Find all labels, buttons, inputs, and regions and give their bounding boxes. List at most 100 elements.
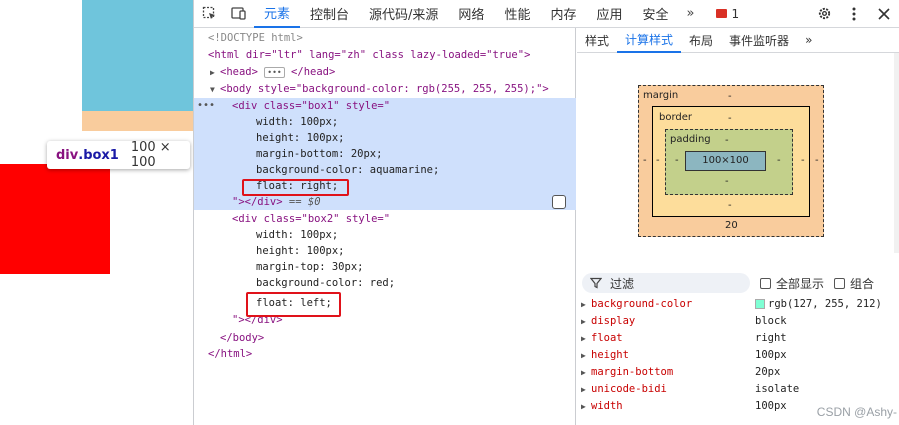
color-swatch[interactable]	[755, 299, 765, 309]
margin-left-value[interactable]: -	[643, 155, 647, 166]
expand-triangle-icon[interactable]: ▶	[581, 313, 591, 330]
gutter-ellipsis-icon[interactable]: •••	[197, 98, 215, 114]
highlight-box-float-right	[242, 179, 349, 196]
collapsed-ellipsis-icon[interactable]: •••	[264, 66, 285, 78]
tab-computed[interactable]: 计算样式	[617, 28, 682, 53]
dom-line-selected[interactable]: background-color: aquamarine;	[194, 162, 576, 178]
computed-row[interactable]: ▶ float right	[577, 330, 899, 347]
box1-highlight[interactable]	[82, 0, 193, 111]
tab-performance[interactable]: 性能	[494, 0, 540, 28]
tab-network[interactable]: 网络	[448, 0, 494, 28]
tab-security[interactable]: 安全	[632, 0, 678, 28]
border-bottom-value[interactable]: -	[728, 200, 732, 211]
expand-triangle-icon[interactable]: ▶	[581, 347, 591, 364]
more-sidebar-tabs-icon[interactable]: »	[797, 28, 820, 53]
dom-line-selected[interactable]: width: 100px;	[194, 114, 576, 130]
computed-row[interactable]: ▶ unicode-bidi isolate	[577, 381, 899, 398]
dom-line[interactable]: ▶ <head> ••• </head>	[194, 64, 576, 80]
border-top-value[interactable]: -	[728, 113, 732, 124]
box1-margin-overlay	[82, 111, 193, 131]
settings-gear-icon[interactable]	[809, 0, 839, 28]
show-all-checkbox[interactable]	[760, 277, 771, 289]
dom-line[interactable]: ▼ <body style="background-color: rgb(255,…	[194, 81, 576, 97]
margin-bottom-value[interactable]: 20	[725, 220, 738, 231]
border-left-value[interactable]: -	[656, 155, 660, 166]
dom-line[interactable]: margin-top: 30px;	[194, 259, 576, 275]
expand-triangle-icon[interactable]: ▶	[581, 398, 591, 415]
filter-placeholder: 过滤	[610, 276, 635, 291]
computed-row[interactable]: ▶ display block	[577, 313, 899, 330]
expand-triangle-icon[interactable]: ▶	[581, 330, 591, 347]
dom-line[interactable]: background-color: red;	[194, 275, 576, 291]
head-open-text: <head>	[220, 66, 258, 78]
device-toolbar-icon[interactable]	[224, 0, 254, 28]
issue-icon	[716, 9, 728, 18]
tab-elements[interactable]: 元素	[254, 0, 301, 28]
box-model-margin[interactable]: margin - - - 20 border - - - - padding -…	[638, 85, 824, 237]
dom-line[interactable]: <!DOCTYPE html>	[194, 30, 576, 46]
tab-sources[interactable]: 源代码/来源	[359, 0, 448, 28]
computed-properties-list: ▶ background-color rgb(127, 255, 212) ▶ dis…	[577, 296, 899, 415]
sidebar-scrollbar[interactable]	[894, 53, 899, 253]
property-name: float	[591, 332, 623, 344]
padding-left-value[interactable]: -	[675, 155, 679, 166]
property-value: 20px	[755, 366, 781, 378]
tab-memory[interactable]: 内存	[540, 0, 586, 28]
dom-line-selected[interactable]: "></div> == $0	[194, 194, 576, 210]
dom-line-selected[interactable]: ••• <div class="box1" style="	[194, 98, 576, 114]
expand-triangle-icon[interactable]: ▶	[581, 381, 591, 398]
html-close-text: </html>	[208, 348, 253, 360]
padding-top-value[interactable]: -	[725, 135, 729, 146]
box2-element[interactable]	[0, 164, 110, 274]
expand-triangle-icon[interactable]: ▶	[581, 364, 591, 381]
dom-line[interactable]: <div class="box2" style="	[194, 211, 576, 227]
computed-row[interactable]: ▶ margin-bottom 20px	[577, 364, 899, 381]
property-value: 100px	[755, 400, 787, 412]
tab-console[interactable]: 控制台	[300, 0, 359, 28]
show-all-toggle[interactable]: 全部显示	[760, 275, 824, 292]
collapse-triangle-icon[interactable]: ▼	[210, 82, 220, 98]
margin-right-value[interactable]: -	[815, 155, 819, 166]
padding-right-value[interactable]: -	[777, 155, 781, 166]
dom-line-selected[interactable]: margin-bottom: 20px;	[194, 146, 576, 162]
tab-styles[interactable]: 样式	[577, 28, 617, 53]
issues-counter[interactable]: 1	[716, 7, 739, 21]
computed-row[interactable]: ▶ height 100px	[577, 347, 899, 364]
tab-layout[interactable]: 布局	[681, 28, 721, 53]
copy-node-icon[interactable]	[552, 195, 566, 209]
doctype-text: <!DOCTYPE html>	[208, 32, 303, 44]
group-toggle[interactable]: 组合	[834, 275, 874, 292]
padding-bottom-value[interactable]: -	[725, 176, 729, 187]
computed-filter-bar: 过滤 全部显示 组合	[577, 270, 899, 296]
tooltip-class: .box1	[78, 147, 119, 163]
border-right-value[interactable]: -	[801, 155, 805, 166]
margin-top-value[interactable]: -	[728, 91, 732, 102]
page-viewport[interactable]: div .box1 100 × 100	[0, 0, 193, 425]
dom-line[interactable]: height: 100px;	[194, 243, 576, 259]
box2-bg-text: background-color: red;	[256, 277, 396, 289]
box2-margin-text: margin-top: 30px;	[256, 261, 364, 273]
box-model-content[interactable]: 100×100	[685, 151, 766, 171]
tab-application[interactable]: 应用	[586, 0, 632, 28]
expand-triangle-icon[interactable]: ▶	[581, 296, 591, 313]
body-close-text: </body>	[220, 332, 265, 344]
issues-count: 1	[731, 6, 740, 21]
dom-line[interactable]: width: 100px;	[194, 227, 576, 243]
filter-input[interactable]: 过滤	[582, 273, 750, 293]
close-devtools-icon[interactable]	[869, 0, 899, 28]
dom-line[interactable]: </html>	[194, 346, 576, 362]
tab-event-listeners[interactable]: 事件监听器	[721, 28, 797, 53]
watermark: CSDN @Ashy-	[816, 405, 897, 419]
dom-line-selected[interactable]: height: 100px;	[194, 130, 576, 146]
group-checkbox[interactable]	[834, 277, 846, 289]
expand-triangle-icon[interactable]: ▶	[210, 65, 220, 81]
box-model-padding[interactable]: padding - - - - 100×100	[665, 129, 793, 195]
box-model-border[interactable]: border - - - - padding - - - - 100×100	[652, 106, 810, 217]
more-tabs-icon[interactable]: »	[679, 6, 703, 21]
dom-line[interactable]: <html dir="ltr" lang="zh" class lazy-loa…	[194, 47, 576, 63]
inspect-element-icon[interactable]	[194, 0, 224, 28]
more-options-icon[interactable]	[839, 0, 869, 28]
dom-line[interactable]: </body>	[194, 330, 576, 346]
highlight-box-float-left	[246, 292, 341, 317]
computed-row[interactable]: ▶ background-color rgb(127, 255, 212)	[577, 296, 899, 313]
